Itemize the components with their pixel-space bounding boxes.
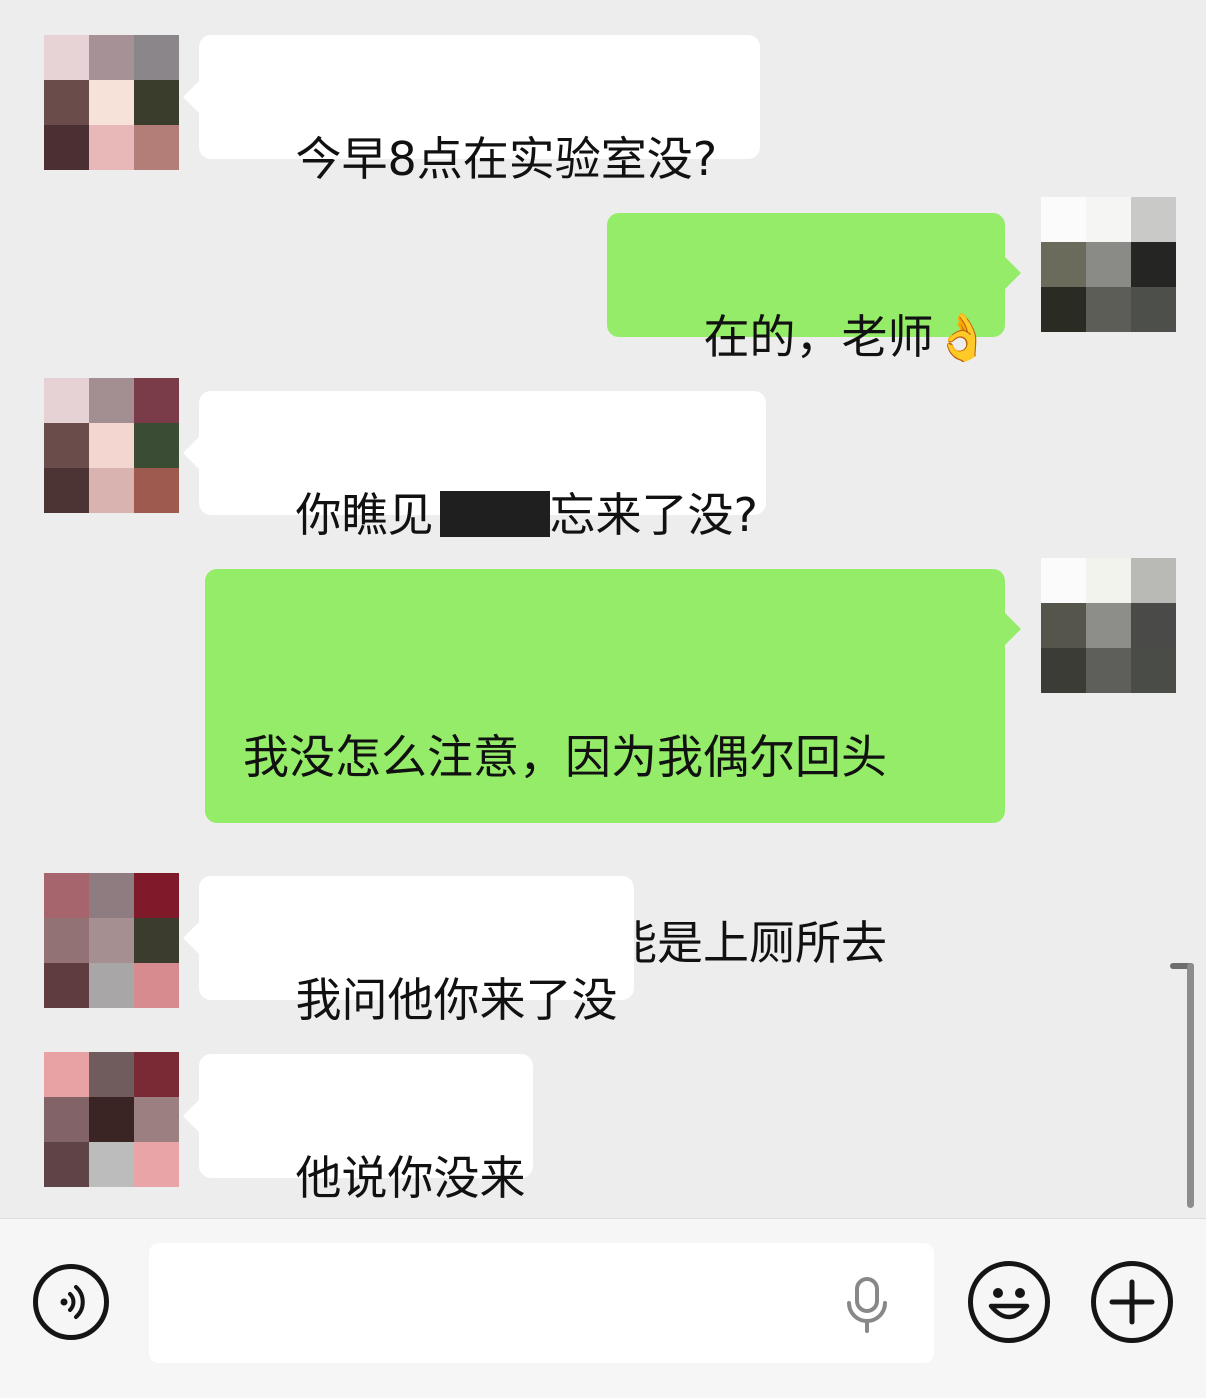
message-text-end: 忘来了没? — [549, 488, 758, 542]
message-bubble-incoming[interactable]: 他说你没来 — [183, 1054, 533, 1205]
microphone-icon — [847, 1277, 887, 1333]
message-input[interactable] — [149, 1243, 934, 1363]
avatar[interactable] — [1041, 197, 1176, 332]
message-bubble-outgoing[interactable]: 我没怎么注意，因为我偶尔回头 没看见师兄，有可能是上厕所去 了 — [205, 569, 1021, 1156]
message-bubble-incoming[interactable]: 我问他你来了没 — [183, 876, 634, 1027]
message-bubble-outgoing[interactable]: 在的，老师👌 — [607, 213, 1021, 364]
message-bubble-incoming[interactable]: 你瞧见 忘来了没? — [183, 391, 766, 542]
avatar[interactable] — [44, 1052, 179, 1187]
redaction-block — [439, 491, 550, 537]
scrollbar[interactable] — [1170, 963, 1194, 1208]
scrollbar-thumb[interactable] — [1187, 963, 1194, 1208]
avatar[interactable] — [44, 378, 179, 513]
message-bubble-incoming[interactable]: 今早8点在实验室没? — [183, 35, 760, 186]
message-text: 他说你没来 — [295, 1151, 526, 1205]
avatar[interactable] — [1041, 558, 1176, 693]
plus-button[interactable] — [1091, 1261, 1173, 1343]
avatar[interactable] — [44, 873, 179, 1008]
message-text: 在的，老师👌 — [703, 310, 991, 364]
message-text: 我问他你来了没 — [295, 973, 618, 1027]
emoji-icon — [988, 1288, 1030, 1320]
input-bar — [0, 1218, 1206, 1398]
microphone-button[interactable] — [842, 1277, 892, 1335]
emoji-button[interactable] — [968, 1261, 1050, 1343]
plus-icon — [1109, 1279, 1155, 1325]
avatar[interactable] — [44, 35, 179, 170]
voice-toggle-button[interactable] — [33, 1264, 109, 1340]
chat-area[interactable]: 今早8点在实验室没? 在的，老师👌 你瞧见 忘来了没? 我没怎么注意，因为我偶尔回… — [0, 0, 1206, 1218]
message-text-start: 你瞧见 — [295, 488, 434, 542]
message-text: 今早8点在实验室没? — [295, 132, 718, 186]
message-line: 我没怎么注意，因为我偶尔回头 — [243, 730, 887, 784]
voice-toggle-icon — [60, 1285, 85, 1319]
